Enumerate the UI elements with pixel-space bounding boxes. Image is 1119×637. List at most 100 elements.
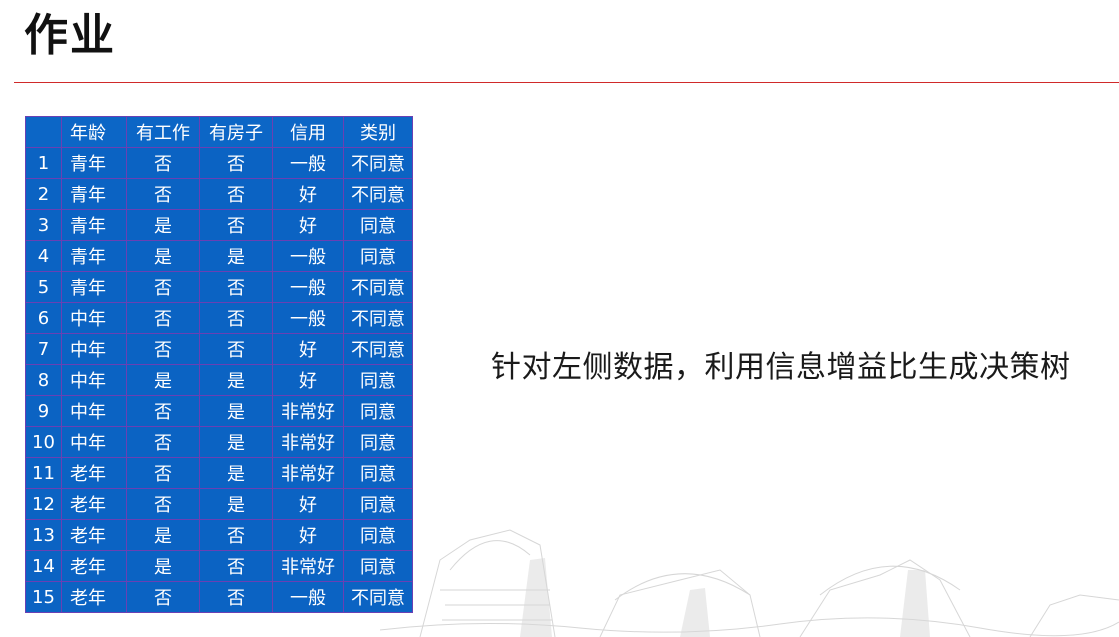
cell-has-job: 否: [126, 457, 200, 489]
cell-id: 10: [25, 426, 62, 458]
cell-has-job: 否: [126, 581, 200, 613]
cell-credit: 一般: [272, 271, 344, 303]
cell-has-house: 是: [199, 457, 273, 489]
header-credit: 信用: [272, 116, 344, 148]
cell-age: 中年: [61, 302, 127, 334]
table-row: 2 青年否否好不同意: [25, 178, 413, 210]
cell-credit: 好: [272, 333, 344, 365]
table-row: 1 青年否否一般 不同意: [25, 147, 413, 179]
cell-id: 2: [25, 178, 62, 210]
instruction-text: 针对左侧数据，利用信息增益比生成决策树: [491, 350, 1071, 385]
cell-credit: 非常好: [272, 426, 344, 458]
cell-credit: 好: [272, 178, 344, 210]
cell-credit: 好: [272, 364, 344, 396]
cell-has-house: 是: [199, 240, 273, 272]
cell-id: 15: [25, 581, 62, 613]
cell-class: 不同意: [343, 271, 413, 303]
cell-has-house: 是: [199, 488, 273, 520]
cell-age: 青年: [61, 240, 127, 272]
cell-has-job: 是: [126, 240, 200, 272]
cell-age: 老年: [61, 488, 127, 520]
title-divider: [14, 82, 1119, 83]
cell-has-house: 是: [199, 426, 273, 458]
cell-has-job: 否: [126, 178, 200, 210]
cell-credit: 一般: [272, 581, 344, 613]
cell-id: 13: [25, 519, 62, 551]
cell-has-job: 否: [126, 426, 200, 458]
table-row: 3 青年是否好同意: [25, 209, 413, 241]
cell-id: 8: [25, 364, 62, 396]
cell-class: 同意: [343, 457, 413, 489]
cell-credit: 好: [272, 519, 344, 551]
data-table: 年龄 有工作 有房子 信用 类别 1 青年否否一般 不同意 2 青年否否好不同意 3 青年是…: [25, 116, 413, 613]
cell-class: 不同意: [343, 333, 413, 365]
cell-age: 中年: [61, 426, 127, 458]
cell-class: 不同意: [343, 302, 413, 334]
cell-age: 老年: [61, 581, 127, 613]
cell-id: 3: [25, 209, 62, 241]
cell-id: 9: [25, 395, 62, 427]
table-row: 5 青年否否一般 不同意: [25, 271, 413, 303]
cell-has-house: 否: [199, 581, 273, 613]
cell-has-house: 否: [199, 550, 273, 582]
header-class: 类别: [343, 116, 413, 148]
table-row: 13 老年是否好同意: [25, 519, 413, 551]
temple-watermark: [380, 529, 1119, 637]
table-row: 8 中年是是好同意: [25, 364, 413, 396]
cell-has-job: 是: [126, 550, 200, 582]
cell-has-house: 否: [199, 333, 273, 365]
cell-has-job: 否: [126, 147, 200, 179]
cell-id: 6: [25, 302, 62, 334]
header-has-house: 有房子: [199, 116, 273, 148]
cell-has-job: 否: [126, 302, 200, 334]
cell-has-house: 否: [199, 271, 273, 303]
cell-age: 中年: [61, 395, 127, 427]
cell-has-house: 否: [199, 302, 273, 334]
cell-credit: 一般: [272, 302, 344, 334]
cell-has-house: 否: [199, 147, 273, 179]
cell-age: 青年: [61, 271, 127, 303]
cell-class: 同意: [343, 240, 413, 272]
cell-class: 不同意: [343, 178, 413, 210]
cell-age: 老年: [61, 519, 127, 551]
table-row: 11 老年否是非常好 同意: [25, 457, 413, 489]
header-has-job: 有工作: [126, 116, 200, 148]
cell-age: 老年: [61, 457, 127, 489]
cell-age: 中年: [61, 333, 127, 365]
cell-has-job: 否: [126, 395, 200, 427]
cell-id: 14: [25, 550, 62, 582]
header-id: [25, 116, 62, 148]
cell-id: 4: [25, 240, 62, 272]
cell-id: 1: [25, 147, 62, 179]
cell-age: 青年: [61, 209, 127, 241]
cell-credit: 非常好: [272, 395, 344, 427]
cell-has-job: 否: [126, 271, 200, 303]
cell-class: 同意: [343, 426, 413, 458]
table-row: 4 青年是是一般 同意: [25, 240, 413, 272]
table-row: 15 老年否否一般 不同意: [25, 581, 413, 613]
cell-age: 老年: [61, 550, 127, 582]
cell-id: 5: [25, 271, 62, 303]
table-row: 12 老年否是好同意: [25, 488, 413, 520]
cell-credit: 非常好: [272, 457, 344, 489]
cell-has-job: 是: [126, 209, 200, 241]
cell-credit: 一般: [272, 147, 344, 179]
cell-has-job: 否: [126, 333, 200, 365]
header-age: 年龄: [61, 116, 127, 148]
cell-has-job: 是: [126, 364, 200, 396]
cell-credit: 好: [272, 209, 344, 241]
cell-credit: 好: [272, 488, 344, 520]
cell-credit: 一般: [272, 240, 344, 272]
data-table-container: 年龄 有工作 有房子 信用 类别 1 青年否否一般 不同意 2 青年否否好不同意 3 青年是…: [25, 116, 413, 613]
cell-age: 中年: [61, 364, 127, 396]
cell-class: 同意: [343, 209, 413, 241]
slide-title: 作业: [24, 10, 116, 61]
table-body: 1 青年否否一般 不同意 2 青年否否好不同意 3 青年是否好同意 4 青年是是一般 同意 5 青年否…: [25, 147, 413, 613]
cell-id: 12: [25, 488, 62, 520]
cell-age: 青年: [61, 147, 127, 179]
table-row: 9 中年否是非常好 同意: [25, 395, 413, 427]
cell-class: 不同意: [343, 147, 413, 179]
table-row: 6 中年否否一般 不同意: [25, 302, 413, 334]
cell-has-job: 否: [126, 488, 200, 520]
cell-has-job: 是: [126, 519, 200, 551]
